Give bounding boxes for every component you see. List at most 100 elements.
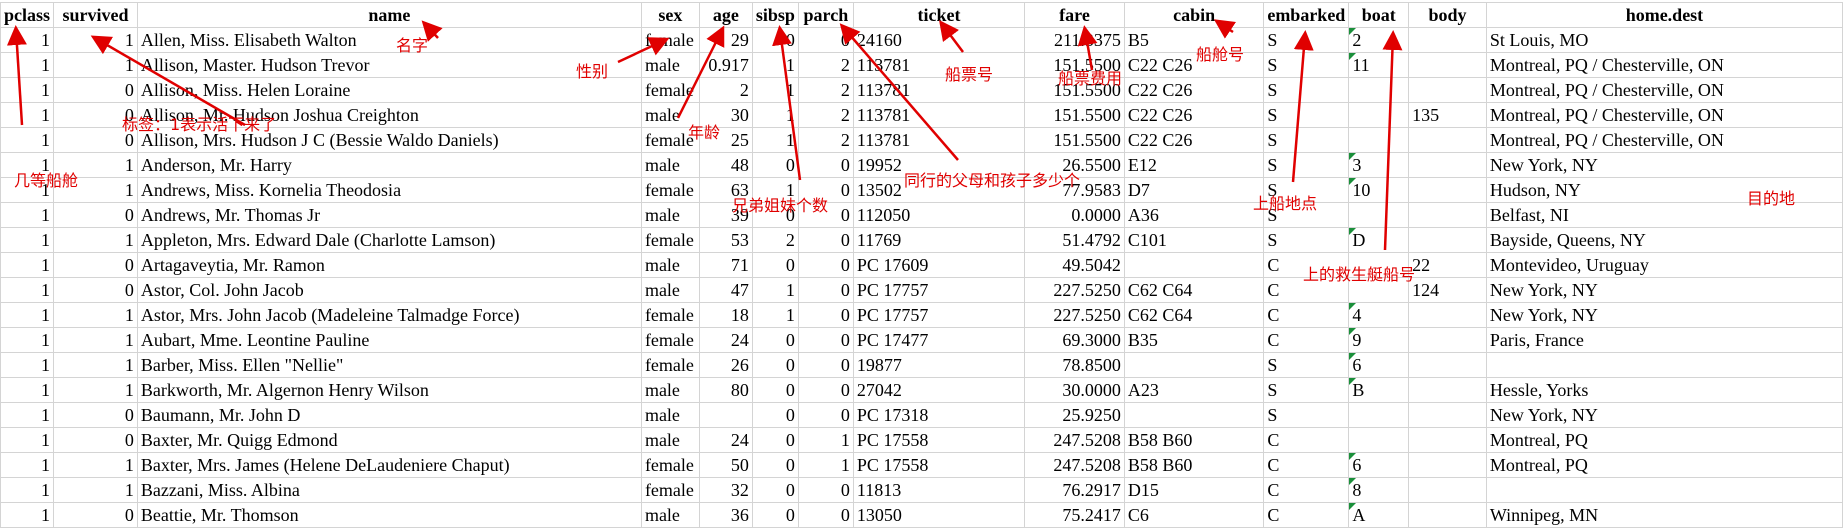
cell-boat[interactable] bbox=[1348, 427, 1410, 453]
cell-cabin[interactable]: C101 bbox=[1123, 227, 1265, 253]
cell-home-dest[interactable]: Montreal, PQ / Chesterville, ON bbox=[1485, 102, 1843, 128]
cell-body[interactable]: 135 bbox=[1408, 102, 1487, 128]
cell-embarked[interactable]: C bbox=[1263, 327, 1350, 353]
cell-survived[interactable]: 1 bbox=[53, 352, 138, 378]
cell-age[interactable]: 80 bbox=[698, 377, 753, 403]
cell-cabin[interactable]: B58 B60 bbox=[1123, 427, 1265, 453]
cell-parch[interactable]: 0 bbox=[797, 352, 854, 378]
cell-embarked[interactable]: S bbox=[1263, 77, 1350, 103]
cell-fare[interactable]: 211.3375 bbox=[1024, 27, 1125, 53]
cell-parch[interactable]: 0 bbox=[797, 277, 854, 303]
cell-boat[interactable] bbox=[1348, 402, 1410, 428]
cell-pclass[interactable]: 1 bbox=[0, 52, 55, 78]
cell-pclass[interactable]: 1 bbox=[0, 427, 55, 453]
cell-boat[interactable]: D bbox=[1348, 227, 1410, 253]
cell-sex[interactable]: female bbox=[640, 452, 700, 478]
cell-sex[interactable]: male bbox=[640, 427, 700, 453]
cell-age[interactable]: 29 bbox=[698, 27, 753, 53]
cell-pclass[interactable]: 1 bbox=[0, 402, 55, 428]
cell-survived[interactable]: 1 bbox=[53, 227, 138, 253]
cell-parch[interactable]: 2 bbox=[797, 77, 854, 103]
cell-body[interactable] bbox=[1408, 127, 1487, 153]
cell-fare[interactable]: 78.8500 bbox=[1024, 352, 1125, 378]
cell-cabin[interactable]: B35 bbox=[1123, 327, 1265, 353]
cell-age[interactable]: 24 bbox=[698, 327, 753, 353]
column-header-survived[interactable]: survived bbox=[53, 2, 138, 28]
cell-pclass[interactable]: 1 bbox=[0, 277, 55, 303]
cell-sex[interactable]: male bbox=[640, 502, 700, 528]
cell-sex[interactable]: female bbox=[640, 77, 700, 103]
cell-fare[interactable]: 69.3000 bbox=[1024, 327, 1125, 353]
cell-boat[interactable]: 8 bbox=[1348, 477, 1410, 503]
cell-survived[interactable]: 1 bbox=[53, 52, 138, 78]
cell-ticket[interactable]: PC 17609 bbox=[852, 252, 1026, 278]
cell-embarked[interactable]: C bbox=[1263, 477, 1350, 503]
cell-parch[interactable]: 0 bbox=[797, 327, 854, 353]
cell-sibsp[interactable]: 0 bbox=[751, 402, 799, 428]
cell-body[interactable] bbox=[1408, 402, 1487, 428]
cell-name[interactable]: Barber, Miss. Ellen "Nellie" bbox=[136, 352, 642, 378]
cell-home-dest[interactable]: New York, NY bbox=[1485, 302, 1843, 328]
cell-fare[interactable]: 76.2917 bbox=[1024, 477, 1125, 503]
cell-ticket[interactable]: PC 17558 bbox=[852, 427, 1026, 453]
cell-cabin[interactable] bbox=[1123, 252, 1265, 278]
cell-survived[interactable]: 0 bbox=[53, 502, 138, 528]
cell-embarked[interactable]: S bbox=[1263, 227, 1350, 253]
cell-parch[interactable]: 1 bbox=[797, 427, 854, 453]
cell-cabin[interactable]: A23 bbox=[1123, 377, 1265, 403]
cell-cabin[interactable]: C62 C64 bbox=[1123, 277, 1265, 303]
cell-age[interactable]: 18 bbox=[698, 302, 753, 328]
column-header-cabin[interactable]: cabin bbox=[1123, 2, 1265, 28]
cell-name[interactable]: Andrews, Miss. Kornelia Theodosia bbox=[136, 177, 642, 203]
cell-pclass[interactable]: 1 bbox=[0, 77, 55, 103]
cell-boat[interactable]: 6 bbox=[1348, 452, 1410, 478]
cell-pclass[interactable]: 1 bbox=[0, 452, 55, 478]
cell-sibsp[interactable]: 0 bbox=[751, 477, 799, 503]
cell-age[interactable]: 71 bbox=[698, 252, 753, 278]
cell-fare[interactable]: 151.5500 bbox=[1024, 127, 1125, 153]
cell-sex[interactable]: male bbox=[640, 152, 700, 178]
cell-boat[interactable] bbox=[1348, 77, 1410, 103]
cell-pclass[interactable]: 1 bbox=[0, 202, 55, 228]
cell-sibsp[interactable]: 1 bbox=[751, 277, 799, 303]
cell-home-dest[interactable]: New York, NY bbox=[1485, 277, 1843, 303]
cell-home-dest[interactable]: Montreal, PQ / Chesterville, ON bbox=[1485, 127, 1843, 153]
cell-embarked[interactable]: S bbox=[1263, 377, 1350, 403]
cell-survived[interactable]: 1 bbox=[53, 302, 138, 328]
cell-pclass[interactable]: 1 bbox=[0, 327, 55, 353]
cell-name[interactable]: Baxter, Mr. Quigg Edmond bbox=[136, 427, 642, 453]
cell-body[interactable] bbox=[1408, 227, 1487, 253]
cell-sibsp[interactable]: 0 bbox=[751, 352, 799, 378]
cell-body[interactable] bbox=[1408, 352, 1487, 378]
cell-fare[interactable]: 247.5208 bbox=[1024, 427, 1125, 453]
cell-survived[interactable]: 1 bbox=[53, 27, 138, 53]
cell-ticket[interactable]: 13050 bbox=[852, 502, 1026, 528]
cell-body[interactable] bbox=[1408, 427, 1487, 453]
cell-embarked[interactable]: C bbox=[1263, 427, 1350, 453]
cell-boat[interactable]: 9 bbox=[1348, 327, 1410, 353]
cell-parch[interactable]: 2 bbox=[797, 102, 854, 128]
cell-body[interactable] bbox=[1408, 177, 1487, 203]
cell-cabin[interactable]: D7 bbox=[1123, 177, 1265, 203]
cell-name[interactable]: Andrews, Mr. Thomas Jr bbox=[136, 202, 642, 228]
cell-boat[interactable]: A bbox=[1348, 502, 1410, 528]
cell-ticket[interactable]: PC 17477 bbox=[852, 327, 1026, 353]
cell-survived[interactable]: 0 bbox=[53, 77, 138, 103]
cell-boat[interactable]: 6 bbox=[1348, 352, 1410, 378]
cell-pclass[interactable]: 1 bbox=[0, 352, 55, 378]
cell-embarked[interactable]: S bbox=[1263, 352, 1350, 378]
cell-embarked[interactable]: S bbox=[1263, 402, 1350, 428]
cell-sex[interactable]: male bbox=[640, 52, 700, 78]
cell-body[interactable] bbox=[1408, 477, 1487, 503]
cell-sex[interactable]: female bbox=[640, 327, 700, 353]
cell-ticket[interactable]: 11769 bbox=[852, 227, 1026, 253]
column-header-embarked[interactable]: embarked bbox=[1263, 2, 1350, 28]
cell-cabin[interactable]: C62 C64 bbox=[1123, 302, 1265, 328]
cell-body[interactable] bbox=[1408, 52, 1487, 78]
cell-age[interactable] bbox=[698, 402, 753, 428]
cell-sibsp[interactable]: 2 bbox=[751, 227, 799, 253]
cell-ticket[interactable]: 113781 bbox=[852, 77, 1026, 103]
cell-survived[interactable]: 1 bbox=[53, 377, 138, 403]
cell-body[interactable] bbox=[1408, 77, 1487, 103]
cell-boat[interactable] bbox=[1348, 127, 1410, 153]
